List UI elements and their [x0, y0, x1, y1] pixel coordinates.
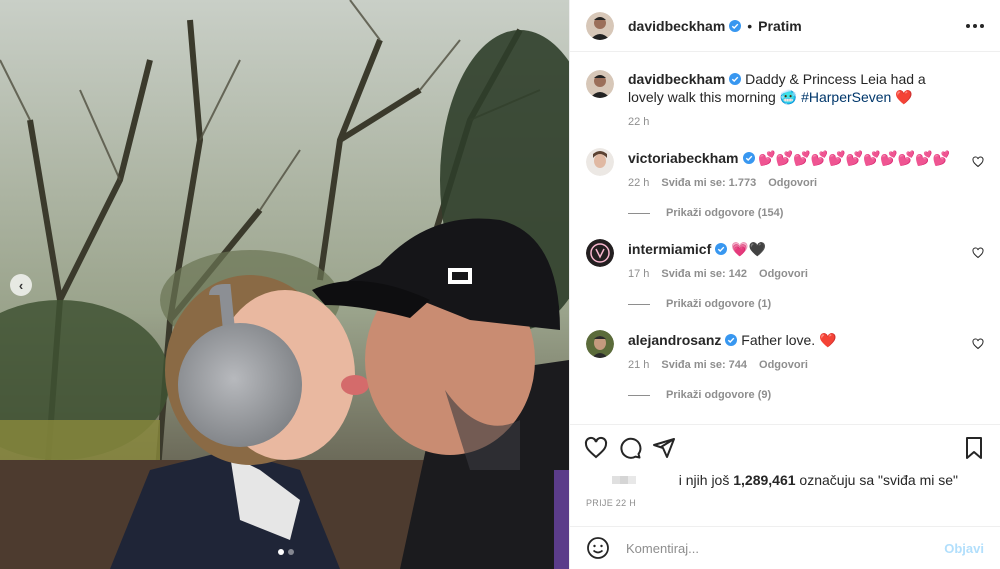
avatar[interactable] — [586, 148, 614, 176]
avatar[interactable] — [586, 239, 614, 267]
avatar[interactable] — [586, 70, 614, 98]
verified-icon — [715, 243, 728, 255]
comments-list[interactable]: davidbeckham Daddy & Princess Leia had a… — [570, 52, 1000, 424]
comment-text: alejandrosanz Father love. ❤️ — [628, 331, 960, 349]
comment-icon[interactable] — [618, 436, 642, 460]
comment-time[interactable]: 22 h — [628, 177, 649, 189]
separator-dot: • — [747, 17, 753, 34]
verified-icon — [742, 152, 755, 164]
reply-button[interactable]: Odgovori — [768, 177, 817, 189]
comment-composer: Objavi — [570, 526, 1000, 569]
save-icon[interactable] — [962, 436, 986, 460]
share-icon[interactable] — [652, 436, 676, 460]
comment-likes[interactable]: Sviđa mi se: 744 — [661, 359, 747, 371]
comment-time[interactable]: 17 h — [628, 268, 649, 280]
verified-icon — [729, 19, 742, 32]
reply-button[interactable]: Odgovori — [759, 268, 808, 280]
avatar[interactable] — [586, 11, 614, 40]
header-user: davidbeckham • Pratim — [628, 18, 802, 34]
comment-input[interactable] — [626, 540, 945, 556]
emoji-icon[interactable] — [586, 536, 610, 560]
comment-likes[interactable]: Sviđa mi se: 1.773 — [661, 177, 756, 189]
comment-likes[interactable]: Sviđa mi se: 142 — [661, 268, 747, 280]
carousel-dot — [288, 549, 294, 555]
comment-text: intermiamicf 💗🖤 — [628, 240, 960, 258]
view-replies-button[interactable]: Prikaži odgovore (9) — [628, 389, 771, 401]
avatar[interactable] — [586, 330, 614, 358]
carousel-dots — [278, 549, 294, 555]
like-comment-heart-icon[interactable] — [972, 156, 984, 168]
more-icon[interactable] — [966, 23, 984, 28]
likes-count[interactable]: i njih još 1,289,461 označuju sa "sviđa … — [679, 472, 958, 488]
comment-username[interactable]: victoriabeckham — [628, 150, 739, 166]
comment-meta: 17 h Sviđa mi se: 142 Odgovori — [628, 268, 808, 280]
comment-time[interactable]: 21 h — [628, 359, 649, 371]
verified-icon — [729, 73, 742, 85]
photo-image — [0, 0, 569, 569]
reply-button[interactable]: Odgovori — [759, 359, 808, 371]
caption-emoji: 🥶 — [779, 89, 798, 105]
header-username[interactable]: davidbeckham — [628, 18, 725, 34]
action-bar — [570, 424, 1000, 468]
like-comment-heart-icon[interactable] — [972, 338, 984, 350]
post-photo[interactable]: ‹ — [0, 0, 569, 569]
post-panel: davidbeckham • Pratim davidbeckham Daddy… — [569, 0, 1000, 569]
post-date[interactable]: PRIJE 22 H — [586, 498, 636, 508]
comment-body: 💗🖤 — [731, 241, 767, 257]
comment-meta: 22 h Sviđa mi se: 1.773 Odgovori — [628, 177, 817, 189]
heart-icon[interactable] — [584, 436, 608, 460]
like-comment-heart-icon[interactable] — [972, 247, 984, 259]
comment-username[interactable]: intermiamicf — [628, 241, 711, 257]
comment-body: 💕💕💕💕💕💕💕💕💕💕💕 — [758, 150, 951, 166]
likes-summary: i njih još 1,289,461 označuju sa "sviđa … — [586, 472, 984, 488]
caption-time[interactable]: 22 h — [628, 116, 649, 128]
comment-text: victoriabeckham 💕💕💕💕💕💕💕💕💕💕💕 — [628, 149, 960, 167]
post-comment-button[interactable]: Objavi — [944, 541, 984, 556]
verified-icon — [725, 334, 738, 346]
comment-body: Father love. ❤️ — [741, 332, 837, 348]
caption-heart: ❤️ — [895, 89, 913, 105]
hashtag-link[interactable]: #HarperSeven — [801, 89, 891, 105]
follow-button[interactable]: Pratim — [758, 18, 802, 34]
carousel-dot — [278, 549, 284, 555]
comment-username[interactable]: alejandrosanz — [628, 332, 721, 348]
view-replies-button[interactable]: Prikaži odgovore (1) — [628, 298, 771, 310]
caption-meta: 22 h — [628, 116, 649, 128]
comment-meta: 21 h Sviđa mi se: 744 Odgovori — [628, 359, 808, 371]
post-header: davidbeckham • Pratim — [570, 0, 1000, 52]
carousel-prev-icon[interactable]: ‹ — [10, 274, 32, 296]
caption-username[interactable]: davidbeckham — [628, 71, 725, 87]
caption-text: davidbeckham Daddy & Princess Leia had a… — [628, 70, 960, 106]
liked-by-avatars[interactable] — [612, 476, 636, 484]
view-replies-button[interactable]: Prikaži odgovore (154) — [628, 207, 783, 219]
